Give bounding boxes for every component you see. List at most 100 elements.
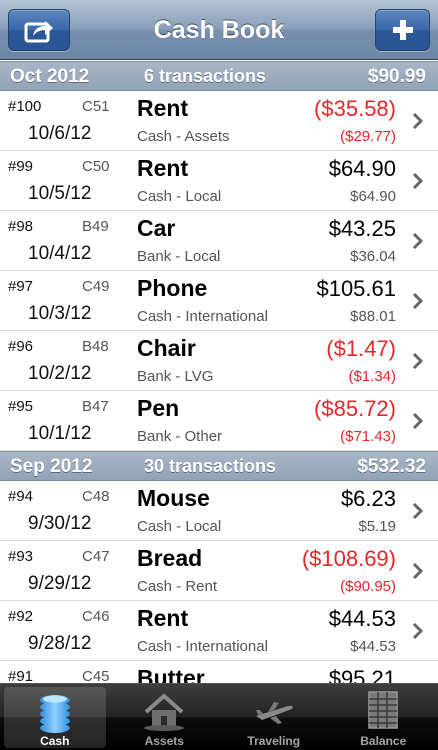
chevron-right-icon — [412, 172, 424, 190]
transaction-row[interactable]: #96 B48 10/2/12 Chair Bank - LVG ($1.47)… — [0, 331, 438, 391]
transaction-row[interactable]: #95 B47 10/1/12 Pen Bank - Other ($85.72… — [0, 391, 438, 451]
transaction-amount: $44.53 — [328, 606, 396, 631]
airplane-icon — [255, 702, 293, 724]
transaction-date: 10/5/12 — [28, 183, 92, 204]
transaction-code: C49 — [82, 278, 110, 295]
transaction-sub-amount: ($29.77) — [340, 128, 396, 145]
transaction-date: 10/1/12 — [28, 423, 92, 444]
tab-assets[interactable]: Assets — [110, 684, 220, 750]
section-total: $532.32 — [357, 456, 426, 477]
section-month: Oct 2012 — [10, 66, 90, 87]
coins-icon — [39, 695, 70, 733]
tab-label: Cash — [40, 734, 70, 748]
transaction-code: C51 — [82, 98, 110, 115]
transaction-amount: ($1.47) — [326, 336, 396, 361]
transaction-sub-amount: $88.01 — [350, 308, 396, 325]
transaction-account: Cash - Assets — [137, 128, 230, 145]
chevron-right-icon — [412, 292, 424, 310]
transaction-date: 9/28/12 — [28, 633, 92, 654]
house-icon — [144, 693, 185, 731]
transaction-name: Pen — [137, 395, 180, 421]
transaction-sub-amount: ($71.43) — [340, 428, 396, 445]
transaction-amount: $64.90 — [328, 156, 396, 181]
transaction-code: C46 — [82, 608, 110, 625]
transaction-account: Cash - Local — [137, 188, 222, 205]
section-header-sep-2012: Sep 2012 30 transactions $532.32 — [0, 451, 438, 481]
transaction-name: Rent — [137, 605, 189, 631]
transaction-sub-amount: ($1.34) — [348, 368, 396, 385]
transaction-code: B49 — [82, 218, 109, 235]
transaction-sub-amount: $64.90 — [350, 188, 396, 205]
transaction-number: #95 — [8, 398, 34, 415]
chevron-right-icon — [412, 112, 424, 130]
transaction-account: Cash - International — [137, 638, 268, 655]
transaction-code: C48 — [82, 488, 110, 505]
navigation-bar: Cash Book — [0, 0, 438, 60]
transaction-code: C50 — [82, 158, 110, 175]
transaction-name: Bread — [137, 545, 203, 571]
tab-balance[interactable]: Balance — [329, 684, 438, 750]
page-title: Cash Book — [153, 16, 285, 44]
transaction-sub-amount: $5.19 — [358, 518, 396, 535]
transaction-name: Mouse — [137, 485, 210, 511]
transaction-sub-amount: $36.04 — [350, 248, 396, 265]
transaction-date: 10/2/12 — [28, 363, 92, 384]
chevron-right-icon — [412, 562, 424, 580]
transaction-number: #97 — [8, 278, 34, 295]
section-header-oct-2012: Oct 2012 6 transactions $90.99 — [0, 61, 438, 91]
transaction-account: Cash - Rent — [137, 578, 218, 595]
transaction-account: Bank - LVG — [137, 368, 214, 385]
spreadsheet-icon — [368, 691, 398, 729]
transaction-row[interactable]: #94 C48 9/30/12 Mouse Cash - Local $6.23… — [0, 481, 438, 541]
transaction-amount: ($35.58) — [314, 96, 396, 121]
tab-label: Assets — [144, 734, 184, 748]
tab-traveling[interactable]: Traveling — [219, 684, 329, 750]
transaction-amount: $105.61 — [316, 276, 396, 301]
tab-bar: Cash Assets Traveling Balance — [0, 683, 438, 750]
transaction-code: B48 — [82, 338, 109, 355]
transaction-code: C47 — [82, 548, 110, 565]
transaction-row[interactable]: #93 C47 9/29/12 Bread Cash - Rent ($108.… — [0, 541, 438, 601]
transaction-account: Cash - Local — [137, 518, 222, 535]
transaction-account: Cash - International — [137, 308, 268, 325]
transaction-name: Rent — [137, 95, 189, 121]
transaction-name: Car — [137, 215, 176, 241]
section-month: Sep 2012 — [10, 456, 93, 477]
tab-label: Balance — [360, 734, 407, 748]
transaction-name: Phone — [137, 275, 208, 301]
tab-label: Traveling — [247, 734, 301, 748]
transaction-number: #92 — [8, 608, 34, 625]
transaction-sub-amount: ($90.95) — [340, 578, 396, 595]
transaction-date: 10/4/12 — [28, 243, 92, 264]
transaction-row[interactable]: #99 C50 10/5/12 Rent Cash - Local $64.90… — [0, 151, 438, 211]
transaction-row[interactable]: #100 C51 10/6/12 Rent Cash - Assets ($35… — [0, 91, 438, 151]
transaction-row[interactable]: #92 C46 9/28/12 Rent Cash - Internationa… — [0, 601, 438, 661]
plus-icon — [392, 20, 413, 40]
chevron-right-icon — [412, 352, 424, 370]
transaction-number: #94 — [8, 488, 34, 505]
tab-cash[interactable]: Cash — [0, 684, 110, 750]
transaction-number: #93 — [8, 548, 34, 565]
transaction-number: #98 — [8, 218, 34, 235]
transaction-account: Bank - Local — [137, 248, 221, 265]
transaction-amount: ($85.72) — [314, 396, 396, 421]
transaction-number: #100 — [8, 98, 42, 115]
section-total: $90.99 — [367, 66, 426, 87]
chevron-right-icon — [412, 412, 424, 430]
add-transaction-button[interactable] — [375, 9, 430, 51]
transaction-amount: ($108.69) — [301, 546, 396, 571]
transaction-amount: $6.23 — [340, 486, 396, 511]
transaction-date: 10/3/12 — [28, 303, 92, 324]
transaction-row[interactable]: #98 B49 10/4/12 Car Bank - Local $43.25 … — [0, 211, 438, 271]
transaction-date: 10/6/12 — [28, 123, 92, 144]
transaction-amount: $43.25 — [328, 216, 396, 241]
chevron-right-icon — [412, 232, 424, 250]
transaction-name: Chair — [137, 335, 196, 361]
transaction-number: #96 — [8, 338, 34, 355]
transaction-row[interactable]: #97 C49 10/3/12 Phone Cash - Internation… — [0, 271, 438, 331]
section-count: 30 transactions — [144, 456, 277, 476]
transaction-account: Bank - Other — [137, 428, 223, 445]
transaction-name: Rent — [137, 155, 189, 181]
transaction-date: 9/30/12 — [28, 513, 92, 534]
chevron-right-icon — [412, 622, 424, 640]
